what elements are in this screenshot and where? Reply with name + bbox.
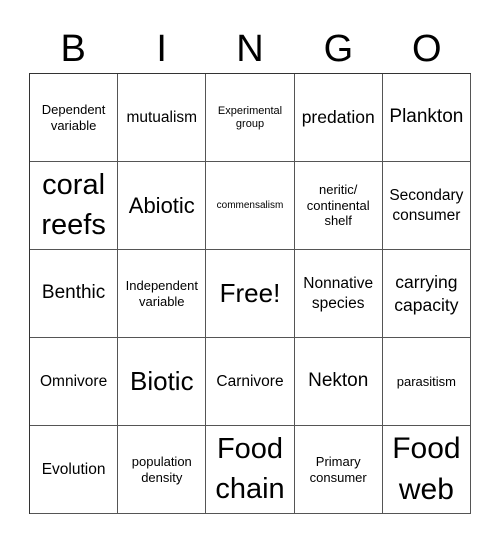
cell-text: Dependent variable	[41, 101, 106, 133]
cell-text: Food chain	[215, 433, 285, 505]
header-letter-n: N	[236, 28, 264, 70]
header-letter-i: I	[156, 28, 167, 70]
bingo-cell[interactable]: Nekton	[294, 338, 383, 426]
header-letter-g: G	[323, 28, 354, 70]
bingo-header: B I N G O	[29, 26, 471, 72]
cell-text: Plankton	[389, 106, 464, 128]
cell-text: Benthic	[41, 282, 106, 304]
bingo-cell free-space[interactable]: Free!	[206, 250, 295, 338]
bingo-cell[interactable]: mutualism	[118, 74, 207, 162]
bingo-cell[interactable]: population density	[118, 426, 207, 514]
cell-text: Independent variable	[125, 277, 198, 309]
bingo-cell[interactable]: Food web	[382, 426, 471, 514]
bingo-cell[interactable]: Abiotic	[118, 162, 207, 250]
cell-text: Experimental group	[217, 104, 283, 130]
cell-text: population density	[131, 453, 192, 485]
cell-text: Omnivore	[40, 372, 108, 390]
bingo-cell[interactable]: Experimental group	[206, 74, 295, 162]
bingo-cell[interactable]: Food chain	[206, 426, 295, 514]
bingo-cell[interactable]: Secondary consumer	[382, 162, 471, 250]
cell-text: carrying capacity	[394, 271, 459, 315]
bingo-cell[interactable]: coral reefs	[30, 162, 119, 250]
cell-text: Nonnative species	[303, 275, 374, 312]
bingo-cell[interactable]: neritic/ continental shelf	[294, 162, 383, 250]
bingo-cell[interactable]: Primary consumer	[294, 426, 383, 514]
cell-text: predation	[301, 107, 375, 128]
cell-text: Carnivore	[216, 372, 284, 390]
cell-text: commensalism	[216, 200, 284, 211]
cell-text: Secondary consumer	[389, 187, 464, 224]
cell-text: coral reefs	[41, 169, 106, 241]
bingo-cell[interactable]: predation	[294, 74, 383, 162]
header-letter-o: O	[412, 28, 442, 70]
cell-text: Abiotic	[128, 192, 195, 218]
bingo-cell[interactable]: Plankton	[382, 74, 471, 162]
cell-text: Free!	[219, 277, 281, 308]
cell-text: Biotic	[130, 365, 194, 396]
bingo-cell[interactable]: carrying capacity	[382, 250, 471, 338]
cell-text: Food web	[392, 432, 461, 506]
cell-text: Evolution	[41, 460, 106, 478]
header-letter-b: B	[60, 28, 86, 70]
cell-text: parasitism	[396, 373, 457, 389]
bingo-cell[interactable]: Dependent variable	[30, 74, 119, 162]
bingo-cell[interactable]: Biotic	[118, 338, 207, 426]
bingo-cell[interactable]: Carnivore	[206, 338, 295, 426]
cell-text: mutualism	[126, 108, 198, 126]
bingo-cell[interactable]: Benthic	[30, 250, 119, 338]
bingo-cell[interactable]: Omnivore	[30, 338, 119, 426]
bingo-cell[interactable]: Nonnative species	[294, 250, 383, 338]
cell-text: neritic/ continental shelf	[306, 182, 370, 229]
bingo-cell[interactable]: Independent variable	[118, 250, 207, 338]
cell-text: Nekton	[308, 370, 369, 392]
bingo-cell[interactable]: parasitism	[382, 338, 471, 426]
cell-text: Primary consumer	[309, 453, 367, 485]
bingo-cell[interactable]: commensalism	[206, 162, 295, 250]
bingo-cell[interactable]: Evolution	[30, 426, 119, 514]
bingo-grid: Dependent variable mutualism Experimenta…	[29, 73, 471, 514]
